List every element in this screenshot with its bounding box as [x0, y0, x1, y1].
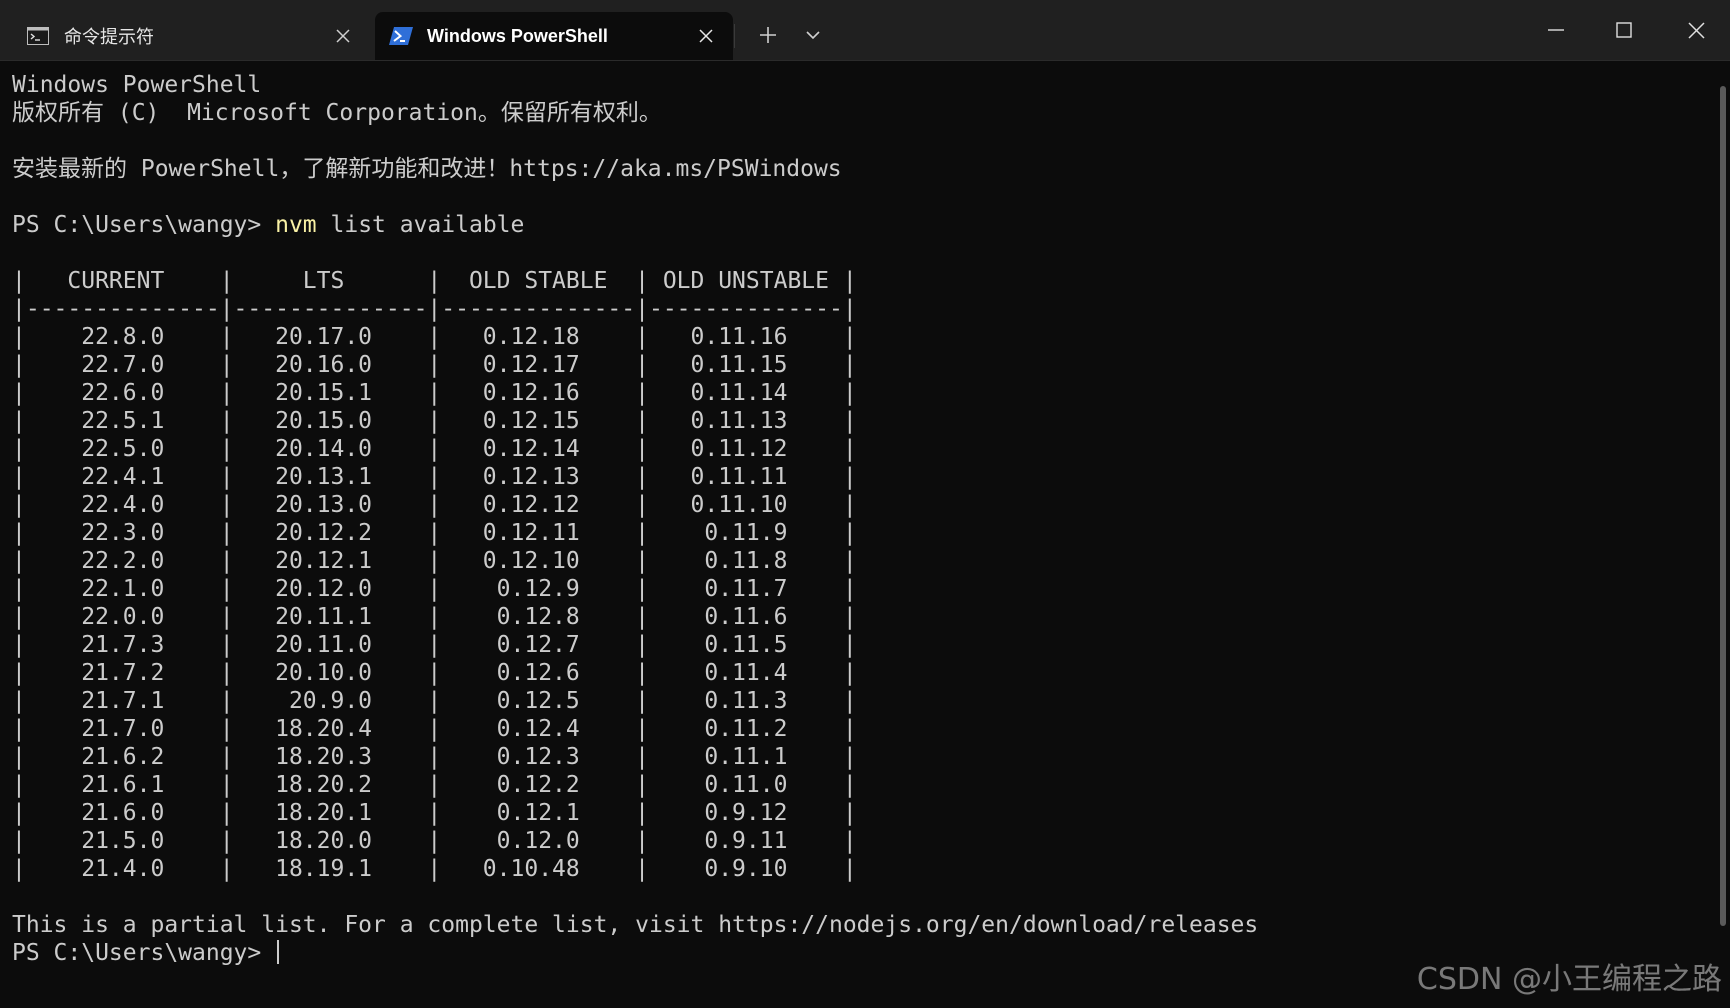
- nvm-version-table: | CURRENT | LTS | OLD STABLE | OLD UNSTA…: [12, 267, 1702, 883]
- table-row: | 21.6.2 | 18.20.3 | 0.12.3 | 0.11.1 |: [12, 744, 857, 770]
- close-window-button[interactable]: [1666, 8, 1726, 52]
- close-tab-icon[interactable]: [689, 19, 723, 53]
- table-row: | 21.7.2 | 20.10.0 | 0.12.6 | 0.11.4 |: [12, 660, 857, 686]
- table-row: | 22.8.0 | 20.17.0 | 0.12.18 | 0.11.16 |: [12, 324, 857, 350]
- scrollbar[interactable]: [1720, 86, 1726, 926]
- command-args: list available: [316, 212, 525, 238]
- close-tab-icon[interactable]: [326, 19, 360, 53]
- watermark: CSDN @小王编程之路: [1416, 962, 1722, 997]
- minimize-icon: [1548, 29, 1564, 31]
- table-row: | 22.5.1 | 20.15.0 | 0.12.15 | 0.11.13 |: [12, 408, 857, 434]
- tab-dropdown-button[interactable]: [796, 18, 830, 52]
- title-bar: 命令提示符 Windows PowerShell: [0, 0, 1730, 61]
- banner-line: Windows PowerShell: [12, 72, 262, 98]
- install-hint-line: 安装最新的 PowerShell，了解新功能和改进！https://aka.ms…: [12, 156, 842, 182]
- table-row: | 22.3.0 | 20.12.2 | 0.12.11 | 0.11.9 |: [12, 520, 857, 546]
- table-row: | 21.4.0 | 18.19.1 | 0.10.48 | 0.9.10 |: [12, 856, 857, 882]
- table-row: | 22.6.0 | 20.15.1 | 0.12.16 | 0.11.14 |: [12, 380, 857, 406]
- close-icon: [1687, 21, 1705, 39]
- powershell-icon: [389, 27, 413, 45]
- maximize-icon: [1616, 22, 1632, 38]
- table-row: | 22.7.0 | 20.16.0 | 0.12.17 | 0.11.15 |: [12, 352, 857, 378]
- table-row: | 22.0.0 | 20.11.1 | 0.12.8 | 0.11.6 |: [12, 604, 857, 630]
- copyright-line: 版权所有 (C) Microsoft Corporation。保留所有权利。: [12, 100, 662, 126]
- minimize-button[interactable]: [1526, 8, 1586, 52]
- command-line: PS C:\Users\wangy> nvm list available: [12, 211, 1702, 239]
- prompt: PS C:\Users\wangy>: [12, 940, 276, 966]
- table-divider: |--------------|--------------|---------…: [12, 296, 857, 322]
- terminal-output[interactable]: Windows PowerShell 版权所有 (C) Microsoft Co…: [0, 61, 1714, 1008]
- table-row: | 21.7.0 | 18.20.4 | 0.12.4 | 0.11.2 |: [12, 716, 857, 742]
- tab-command-prompt[interactable]: 命令提示符: [0, 12, 370, 60]
- table-row: | 22.1.0 | 20.12.0 | 0.12.9 | 0.11.7 |: [12, 576, 857, 602]
- maximize-button[interactable]: [1594, 8, 1654, 52]
- tab-windows-powershell[interactable]: Windows PowerShell: [375, 12, 733, 60]
- tab-title: 命令提示符: [64, 27, 154, 47]
- table-row: | 22.4.1 | 20.13.1 | 0.12.13 | 0.11.11 |: [12, 464, 857, 490]
- table-row: | 22.2.0 | 20.12.1 | 0.12.10 | 0.11.8 |: [12, 548, 857, 574]
- table-row: | 21.6.0 | 18.20.1 | 0.12.1 | 0.9.12 |: [12, 800, 857, 826]
- command-name: nvm: [275, 212, 317, 238]
- prompt: PS C:\Users\wangy>: [12, 212, 276, 238]
- table-row: | 21.7.3 | 20.11.0 | 0.12.7 | 0.11.5 |: [12, 632, 857, 658]
- tab-divider: [734, 24, 735, 48]
- table-row: | 21.5.0 | 18.20.0 | 0.12.0 | 0.9.11 |: [12, 828, 857, 854]
- plus-icon: [760, 27, 776, 43]
- table-row: | 21.7.1 | 20.9.0 | 0.12.5 | 0.11.3 |: [12, 688, 857, 714]
- text-cursor: [277, 940, 280, 964]
- cmd-terminal-icon: [26, 27, 50, 45]
- table-header: | CURRENT | LTS | OLD STABLE | OLD UNSTA…: [12, 268, 857, 294]
- table-row: | 22.5.0 | 20.14.0 | 0.12.14 | 0.11.12 |: [12, 436, 857, 462]
- table-row: | 22.4.0 | 20.13.0 | 0.12.12 | 0.11.10 |: [12, 492, 857, 518]
- table-row: | 21.6.1 | 18.20.2 | 0.12.2 | 0.11.0 |: [12, 772, 857, 798]
- tab-title: Windows PowerShell: [427, 25, 608, 46]
- chevron-down-icon: [806, 31, 820, 40]
- terminal-window: 命令提示符 Windows PowerShell Windows PowerSh…: [0, 0, 1730, 1008]
- new-tab-button[interactable]: [748, 18, 788, 52]
- partial-list-note: This is a partial list. For a complete l…: [12, 912, 1259, 938]
